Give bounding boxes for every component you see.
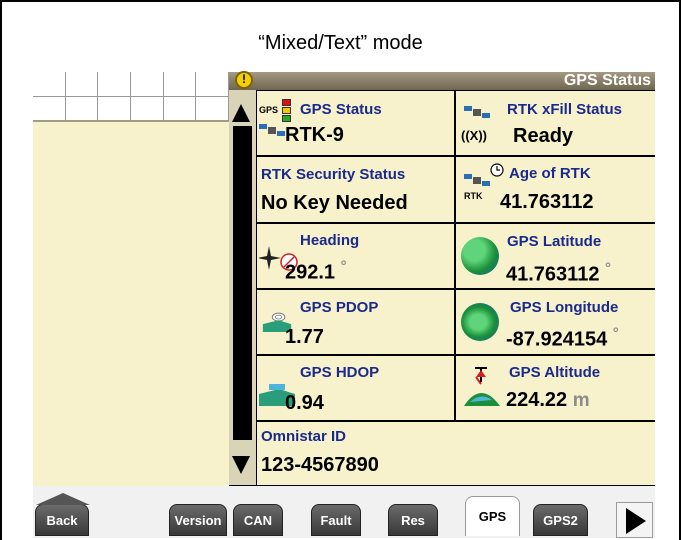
gps-altitude-number: 224.22 [506, 389, 568, 411]
next-page-arrow-icon[interactable] [616, 502, 653, 538]
cell-omnistar-id[interactable]: Omnistar ID 123-4567890 [257, 422, 655, 485]
cell-heading[interactable]: Heading 292.1 ° [257, 224, 454, 288]
tab-fault[interactable]: Fault [311, 504, 361, 536]
cell-age-of-rtk[interactable]: RTK Age of RTK 41.763112 [456, 157, 655, 222]
clock-icon [490, 163, 504, 177]
gps-altitude-label: GPS Altitude [509, 364, 601, 381]
tab-version[interactable]: Version [169, 504, 227, 536]
gps-status-value: RTK-9 [285, 124, 344, 146]
gps-longitude-number: -87.924154 [506, 328, 608, 351]
tab-can[interactable]: CAN [233, 504, 283, 536]
rtk-security-status-value: No Key Needed [261, 192, 408, 214]
heading-value: 292.1 ° [285, 258, 347, 285]
gps-longitude-unit: ° [612, 325, 619, 342]
cell-gps-hdop[interactable]: GPS HDOP 0.94 [257, 356, 454, 420]
tab-back[interactable]: Back [35, 493, 90, 536]
heading-label: Heading [300, 232, 360, 249]
gps-altitude-unit: m [572, 390, 590, 411]
tab-gps2[interactable]: GPS2 [533, 504, 588, 536]
age-of-rtk-label: Age of RTK [509, 165, 591, 182]
scroll-column [229, 90, 256, 485]
left-grid [33, 72, 229, 121]
gps-latitude-unit: ° [605, 260, 611, 277]
rtk-xfill-status-label: RTK xFill Status [507, 101, 623, 118]
heading-unit: ° [340, 258, 347, 275]
scroll-down-arrow-icon[interactable] [232, 456, 250, 474]
globe-icon [461, 303, 499, 341]
cell-gps-pdop[interactable]: GPS PDOP 1.77 [257, 290, 454, 354]
gps-hdop-value: 0.94 [285, 392, 324, 414]
gps-latitude-label: GPS Latitude [507, 233, 602, 250]
satellite-icon [259, 124, 285, 136]
gps-latitude-value: 41.763112 ° [506, 260, 611, 287]
rtk-xfill-status-value: Ready [513, 125, 574, 147]
gps-altitude-value: 224.22 m [506, 389, 590, 412]
heading-number: 292.1 [285, 261, 336, 284]
gps-hdop-label: GPS HDOP [300, 364, 380, 381]
omnistar-id-value: 123-4567890 [261, 454, 379, 476]
rtk-security-status-label: RTK Security Status [261, 166, 406, 183]
xfill-signal-icon: ((X)) [461, 128, 487, 143]
left-pane [33, 121, 229, 486]
mode-caption: “Mixed/Text” mode [258, 32, 423, 54]
tab-bar: Back Version CAN Fault Res GPS GPS2 [33, 486, 655, 538]
tab-res[interactable]: Res [388, 504, 438, 536]
cell-gps-latitude[interactable]: GPS Latitude 41.763112 ° [456, 224, 655, 288]
altitude-icon [464, 367, 500, 406]
cell-gps-longitude[interactable]: GPS Longitude -87.924154 ° [456, 290, 655, 354]
scroll-up-arrow-icon[interactable] [232, 104, 250, 122]
satellite-icon [464, 174, 490, 186]
gps-pdop-label: GPS PDOP [300, 299, 379, 316]
rtk-text-icon: RTK [464, 191, 483, 201]
signal-bars-icon [282, 99, 291, 122]
gps-text-icon: GPS [259, 105, 279, 115]
cell-rtk-xfill-status[interactable]: RTK xFill Status ((X)) Ready [456, 91, 655, 155]
age-of-rtk-value: 41.763112 [500, 191, 594, 213]
gps-latitude-number: 41.763112 [506, 263, 600, 286]
warning-icon[interactable] [235, 71, 253, 89]
gps-longitude-label: GPS Longitude [510, 299, 619, 316]
cell-gps-status[interactable]: GPS GPS Status RTK-9 [257, 91, 454, 155]
cell-gps-altitude[interactable]: GPS Altitude 224.22 m [456, 356, 655, 420]
cell-rtk-security-status[interactable]: RTK Security Status No Key Needed [257, 157, 454, 222]
omnistar-id-label: Omnistar ID [261, 428, 347, 445]
gps-pdop-value: 1.77 [285, 326, 324, 348]
satellite-icon [464, 106, 490, 118]
title-bar: GPS Status [229, 71, 655, 90]
globe-icon [461, 237, 499, 275]
gps-longitude-value: -87.924154 ° [506, 325, 619, 352]
page-title: GPS Status [563, 72, 651, 89]
gps-status-label: GPS Status [300, 101, 382, 118]
scrollbar-track[interactable] [233, 126, 252, 440]
tab-gps[interactable]: GPS [465, 496, 520, 536]
